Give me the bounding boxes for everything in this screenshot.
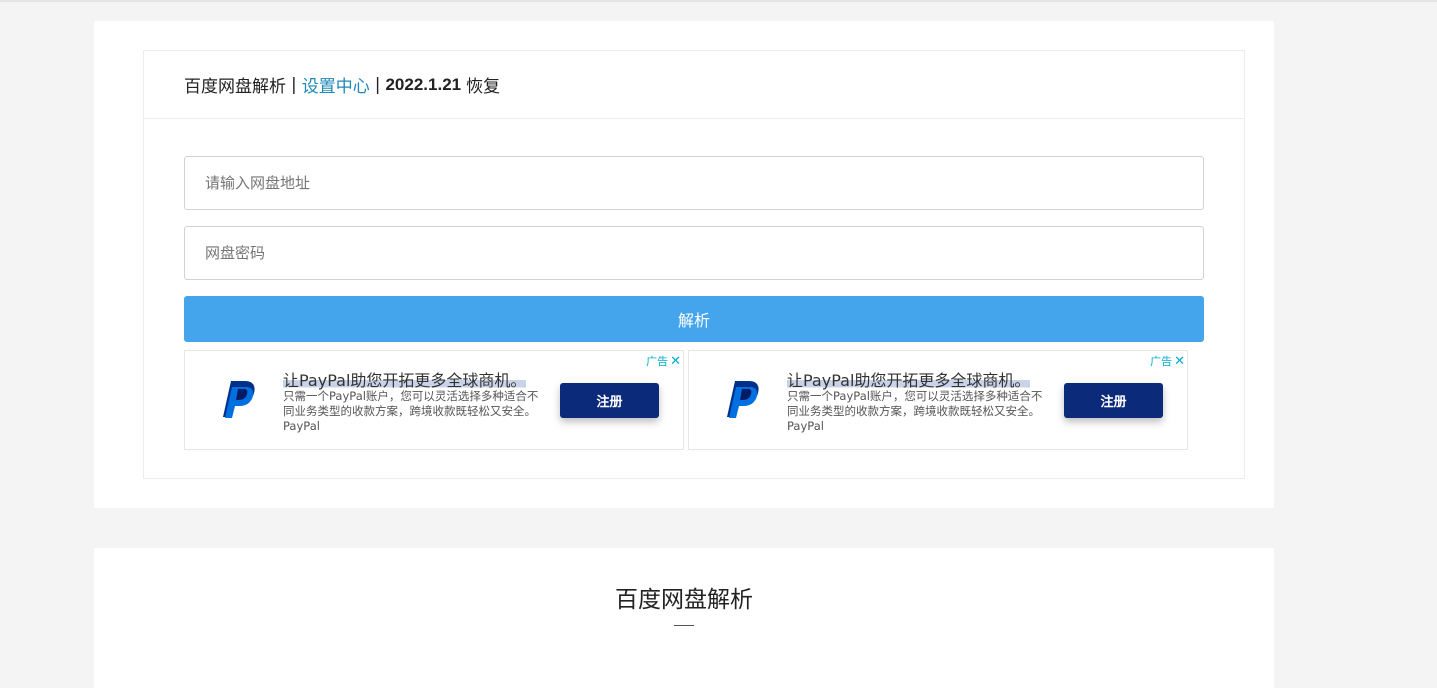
parse-button[interactable]: 解析 bbox=[184, 296, 1204, 342]
ad-label: 广告 bbox=[646, 355, 669, 368]
header-separator: | bbox=[374, 74, 381, 95]
ad-banner[interactable]: 广告 ✕ 让PayPal助您开拓更多全球商机。 只需一个PayPal账户，您可以… bbox=[688, 350, 1188, 450]
ad-title[interactable]: 让PayPal助您开拓更多全球商机。 bbox=[787, 367, 1031, 391]
top-border bbox=[0, 0, 1437, 2]
header-separator: | bbox=[291, 74, 297, 95]
ad-choices[interactable]: 广告 ✕ bbox=[646, 353, 681, 369]
ad-banner[interactable]: 广告 ✕ 让PayPal助您开拓更多全球商机。 只需一个PayPal账户，您可以… bbox=[184, 350, 684, 450]
update-date: 2022.1.21 bbox=[385, 74, 462, 94]
ad-register-button[interactable]: 注册 bbox=[1064, 383, 1163, 418]
section-divider bbox=[674, 625, 694, 626]
paypal-logo-icon bbox=[223, 381, 255, 418]
info-panel: 百度网盘解析 bbox=[94, 548, 1274, 688]
close-icon[interactable]: ✕ bbox=[670, 354, 681, 369]
url-input[interactable] bbox=[184, 156, 1204, 210]
ad-description: 只需一个PayPal账户，您可以灵活选择多种适合不同业务类型的收款方案，跨境收款… bbox=[787, 389, 1043, 433]
card-header: 百度网盘解析 | 设置中心 | 2022.1.21 恢复 bbox=[144, 51, 1244, 119]
ad-choices[interactable]: 广告 ✕ bbox=[1150, 353, 1185, 369]
ad-description: 只需一个PayPal账户，您可以灵活选择多种适合不同业务类型的收款方案，跨境收款… bbox=[283, 389, 539, 433]
paypal-logo-icon bbox=[727, 381, 759, 418]
parser-card: 百度网盘解析 | 设置中心 | 2022.1.21 恢复 解析 广告 ✕ 让Pa… bbox=[143, 50, 1245, 479]
site-name: 百度网盘解析 bbox=[184, 77, 286, 97]
ad-title[interactable]: 让PayPal助您开拓更多全球商机。 bbox=[283, 367, 527, 391]
close-icon[interactable]: ✕ bbox=[1174, 354, 1185, 369]
settings-link[interactable]: 设置中心 bbox=[302, 72, 370, 97]
ad-label: 广告 bbox=[1150, 355, 1173, 368]
update-status: 恢复 bbox=[466, 77, 501, 97]
ad-register-button[interactable]: 注册 bbox=[560, 383, 659, 418]
section-title: 百度网盘解析 bbox=[615, 587, 753, 613]
password-input[interactable] bbox=[184, 226, 1204, 280]
main-panel: 百度网盘解析 | 设置中心 | 2022.1.21 恢复 解析 广告 ✕ 让Pa… bbox=[94, 21, 1274, 508]
